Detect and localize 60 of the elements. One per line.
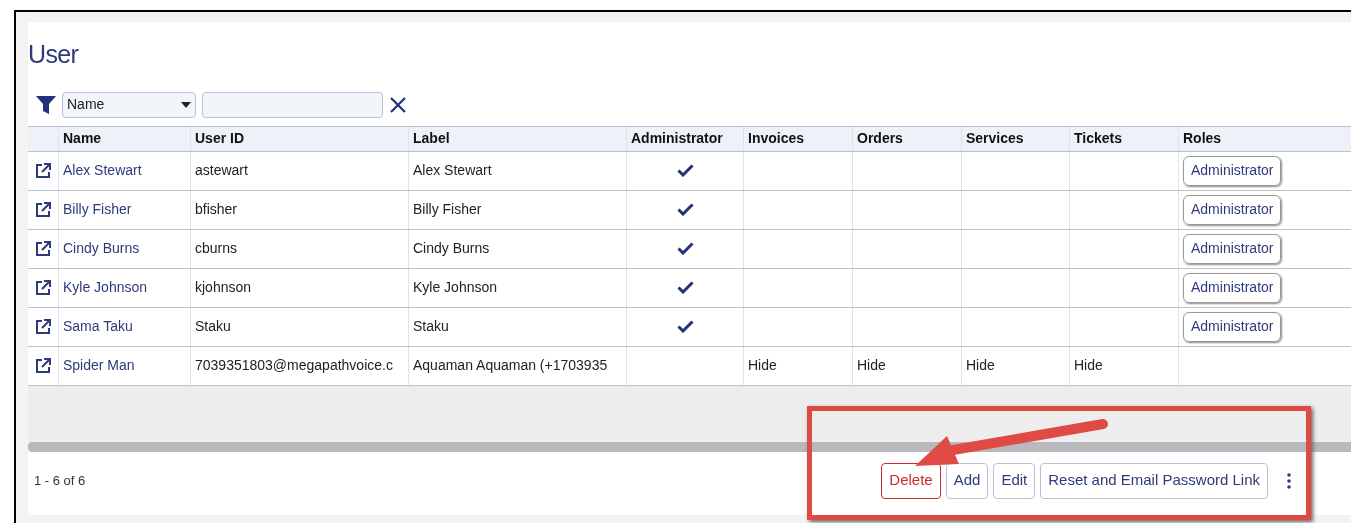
- table-cell: astewart: [190, 151, 408, 190]
- table-cell: cburns: [190, 229, 408, 268]
- column-header[interactable]: Name: [58, 126, 190, 151]
- role-tag[interactable]: Administrator: [1183, 311, 1282, 342]
- dropdown-caret-icon: [181, 101, 191, 108]
- table-cell: bfisher: [190, 190, 408, 229]
- column-header[interactable]: Orders: [852, 126, 961, 151]
- column-header[interactable]: Invoices: [743, 126, 852, 151]
- filter-icon[interactable]: [36, 95, 56, 114]
- action-button[interactable]: Edit: [993, 462, 1036, 499]
- open-link-icon[interactable]: [35, 240, 51, 257]
- user-name-link[interactable]: Spider Man: [58, 346, 190, 385]
- check-icon: [676, 164, 694, 177]
- filter-input[interactable]: [202, 91, 383, 118]
- table-cell: Staku: [408, 307, 626, 346]
- check-icon: [676, 320, 694, 333]
- role-tag[interactable]: Administrator: [1183, 233, 1282, 264]
- column-header[interactable]: Label: [408, 126, 626, 151]
- column-header[interactable]: Tickets: [1069, 126, 1178, 151]
- user-name-link[interactable]: Sama Taku: [58, 307, 190, 346]
- table-cell-text: Hide: [966, 356, 995, 375]
- role-tag[interactable]: Administrator: [1183, 155, 1282, 186]
- table-cell: Kyle Johnson: [408, 268, 626, 307]
- table-cell: Staku: [190, 307, 408, 346]
- table-cell-text: Hide: [857, 356, 886, 375]
- user-name-link[interactable]: Billy Fisher: [58, 190, 190, 229]
- role-tag[interactable]: Administrator: [1183, 272, 1282, 303]
- column-header[interactable]: Roles: [1178, 126, 1351, 151]
- table-cell: Billy Fisher: [408, 190, 626, 229]
- open-link-icon[interactable]: [35, 357, 51, 374]
- open-link-icon[interactable]: [35, 279, 51, 296]
- action-button[interactable]: Add: [945, 462, 989, 499]
- table-cell-text: Hide: [1074, 356, 1103, 375]
- column-header[interactable]: Services: [961, 126, 1069, 151]
- open-link-icon[interactable]: [35, 201, 51, 218]
- table-cell: Cindy Burns: [408, 229, 626, 268]
- action-button[interactable]: Reset and Email Password Link: [1040, 462, 1268, 499]
- table-cell: Alex Stewart: [408, 151, 626, 190]
- open-link-icon[interactable]: [35, 162, 51, 179]
- filter-field-select[interactable]: Name: [62, 91, 196, 118]
- more-icon[interactable]: [1287, 472, 1291, 489]
- check-icon: [676, 242, 694, 255]
- role-tag[interactable]: Administrator: [1183, 194, 1282, 225]
- check-icon: [676, 203, 694, 216]
- open-link-icon[interactable]: [35, 318, 51, 335]
- table-cell-text: Hide: [748, 356, 777, 375]
- user-name-link[interactable]: Kyle Johnson: [58, 268, 190, 307]
- check-icon: [676, 281, 694, 294]
- delete-button[interactable]: Delete: [881, 462, 941, 499]
- horizontal-scrollbar[interactable]: [28, 441, 1351, 452]
- column-header[interactable]: Administrator: [626, 126, 743, 151]
- table-cell: 7039351803@megapathvoice.c: [190, 346, 408, 385]
- table-cell: Aquaman Aquaman (+1703935: [408, 346, 626, 385]
- table-cell: kjohnson: [190, 268, 408, 307]
- column-header[interactable]: User ID: [190, 126, 408, 151]
- user-name-link[interactable]: Cindy Burns: [58, 229, 190, 268]
- page-title: User: [28, 39, 80, 70]
- pager-text: 1 - 6 of 6: [34, 471, 86, 490]
- user-name-link[interactable]: Alex Stewart: [58, 151, 190, 190]
- clear-icon[interactable]: [389, 95, 407, 114]
